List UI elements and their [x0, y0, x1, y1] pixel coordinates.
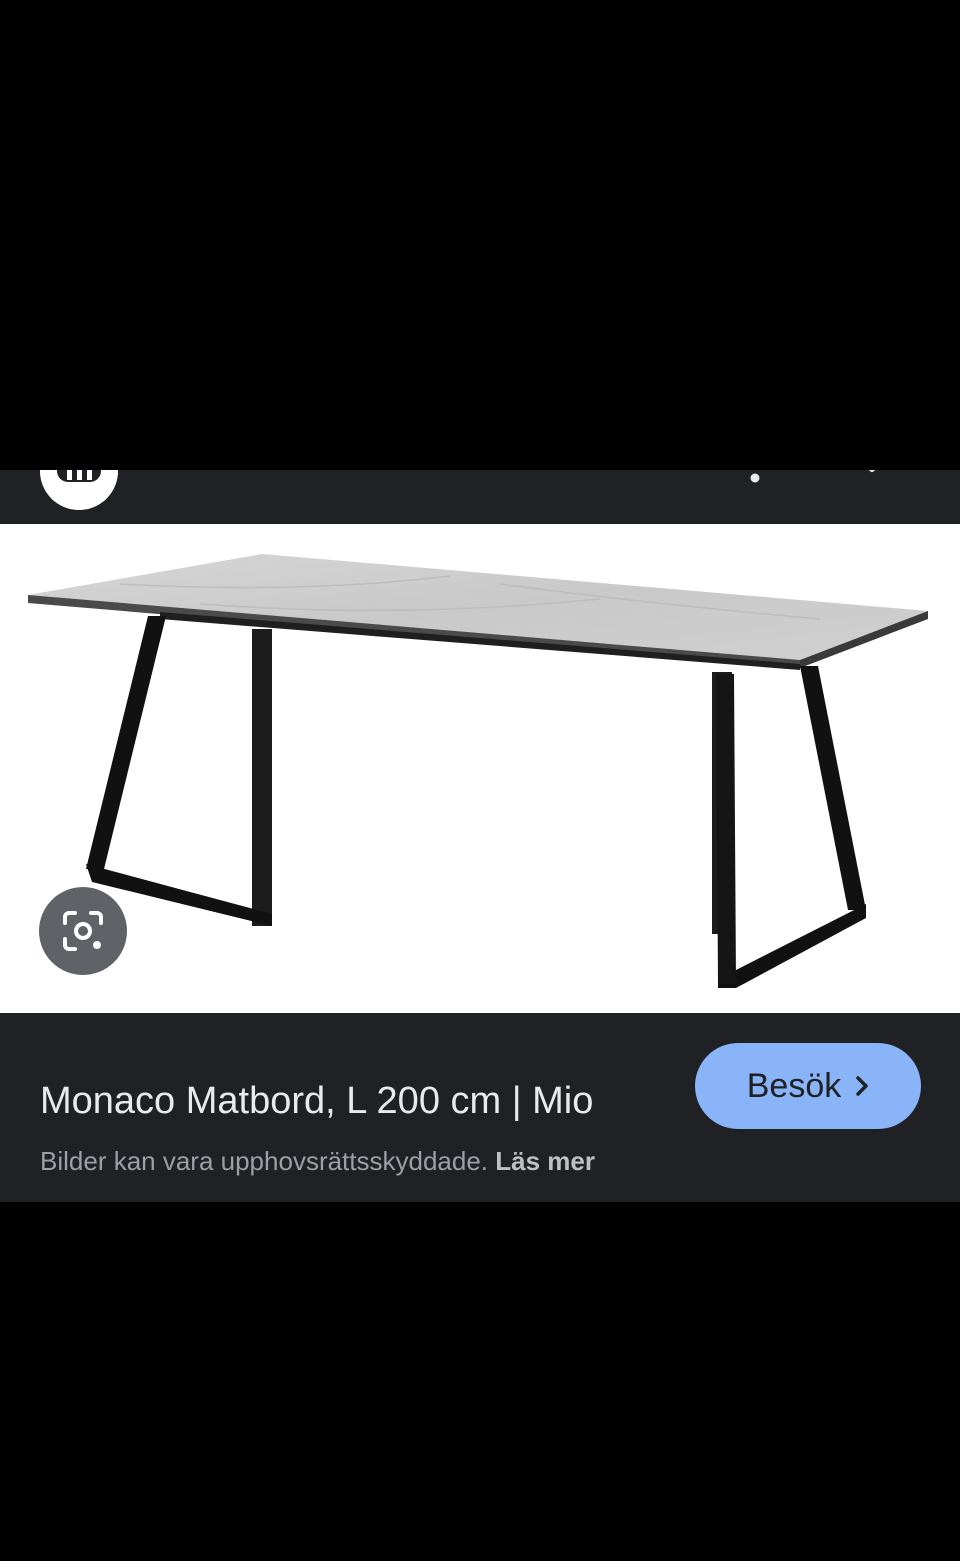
copyright-notice-text: Bilder kan vara upphovsrättsskyddade.	[40, 1146, 489, 1176]
bottom-black-area	[0, 1202, 960, 1561]
visit-button-label: Besök	[746, 1066, 842, 1105]
viewer-top-bar	[0, 470, 960, 524]
product-title[interactable]: Monaco Matbord, L 200 cm | Mio	[40, 1079, 593, 1123]
read-more-link[interactable]: Läs mer	[495, 1146, 595, 1176]
visit-button[interactable]: Besök	[695, 1043, 921, 1129]
result-info-panel: Monaco Matbord, L 200 cm | Mio Besök Bil…	[0, 1013, 960, 1202]
copyright-notice: Bilder kan vara upphovsrättsskyddade. Lä…	[40, 1145, 595, 1177]
more-vert-icon[interactable]	[750, 470, 760, 483]
google-lens-icon	[63, 911, 103, 951]
google-lens-button[interactable]	[39, 887, 127, 975]
close-icon[interactable]	[854, 470, 890, 482]
chevron-right-icon	[855, 1075, 869, 1097]
site-logo-icon[interactable]	[40, 470, 118, 510]
top-black-area	[0, 0, 960, 470]
dining-table-photo	[28, 554, 928, 988]
product-image-area[interactable]	[0, 524, 960, 1013]
